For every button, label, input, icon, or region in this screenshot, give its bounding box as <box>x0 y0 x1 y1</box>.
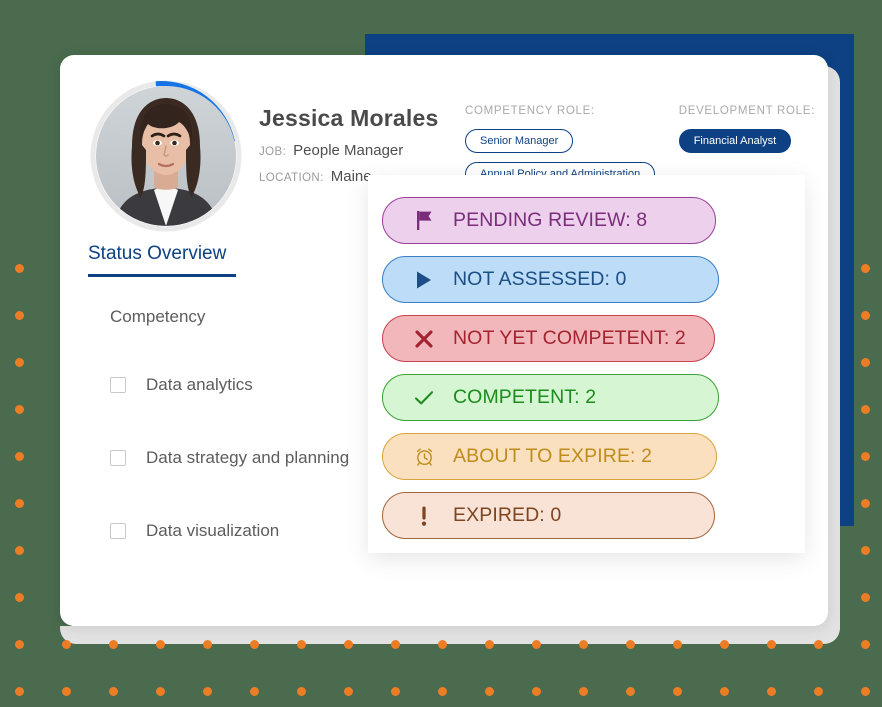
status-counts-panel: PENDING REVIEW: 8 NOT ASSESSED: 0 NOT YET … <box>368 175 805 553</box>
decorative-dot <box>861 358 870 367</box>
decorative-dot <box>15 546 24 555</box>
cross-icon <box>411 329 437 348</box>
status-pill-pending-review[interactable]: PENDING REVIEW: 8 <box>382 197 716 244</box>
job-label: JOB: <box>259 146 287 158</box>
status-overview-title: Status Overview <box>88 243 227 264</box>
decorative-dot <box>15 405 24 414</box>
status-pill-expired[interactable]: EXPIRED: 0 <box>382 492 715 539</box>
decorative-dot <box>109 687 118 696</box>
status-pill-label: NOT ASSESSED: 0 <box>453 268 627 290</box>
role-chip-financial-analyst[interactable]: Financial Analyst <box>678 129 792 153</box>
status-pill-label: NOT YET COMPETENT: 2 <box>453 327 686 349</box>
avatar[interactable] <box>88 78 244 234</box>
status-pill-label: COMPETENT: 2 <box>453 386 597 408</box>
decorative-dot <box>532 687 541 696</box>
decorative-dot <box>344 687 353 696</box>
decorative-dot <box>391 687 400 696</box>
decorative-dot <box>250 687 259 696</box>
competency-role-title: COMPETENCY ROLE: <box>465 105 595 117</box>
decorative-dot <box>579 687 588 696</box>
competency-checkbox[interactable] <box>110 523 126 539</box>
alarm-clock-icon <box>411 447 437 466</box>
decorative-dot <box>203 687 212 696</box>
decorative-dot <box>15 311 24 320</box>
decorative-dot <box>626 687 635 696</box>
flag-icon <box>411 211 437 230</box>
decorative-dot <box>861 452 870 461</box>
status-pill-label: ABOUT TO EXPIRE: 2 <box>453 445 653 467</box>
competency-checkbox[interactable] <box>110 377 126 393</box>
status-overview-underline <box>88 274 236 277</box>
exclamation-icon <box>411 506 437 526</box>
competency-label: Data strategy and planning <box>146 448 350 467</box>
status-pill-not-assessed[interactable]: NOT ASSESSED: 0 <box>382 256 719 303</box>
status-pill-about-to-expire[interactable]: ABOUT TO EXPIRE: 2 <box>382 433 717 480</box>
decorative-dot <box>861 499 870 508</box>
decorative-dot <box>861 546 870 555</box>
location-label: LOCATION: <box>259 172 324 184</box>
competency-checkbox[interactable] <box>110 450 126 466</box>
decorative-dot <box>861 264 870 273</box>
decorative-dot <box>297 687 306 696</box>
decorative-dot <box>15 499 24 508</box>
status-pill-not-yet-competent[interactable]: NOT YET COMPETENT: 2 <box>382 315 715 362</box>
decorative-dot <box>861 687 870 696</box>
competency-label: Data analytics <box>146 375 253 394</box>
person-name: Jessica Morales <box>259 105 439 131</box>
role-chip-senior-manager[interactable]: Senior Manager <box>465 129 574 153</box>
decorative-dot <box>767 687 776 696</box>
decorative-dot <box>861 311 870 320</box>
development-role-title: DEVELOPMENT ROLE: <box>678 105 815 117</box>
status-pill-competent[interactable]: COMPETENT: 2 <box>382 374 719 421</box>
check-icon <box>411 390 437 406</box>
status-pill-label: EXPIRED: 0 <box>453 504 562 526</box>
decorative-dot <box>485 687 494 696</box>
decorative-dot <box>861 593 870 602</box>
decorative-dot <box>861 640 870 649</box>
location-value: Maine <box>330 168 372 185</box>
decorative-dot <box>15 358 24 367</box>
decorative-dot <box>15 687 24 696</box>
decorative-dot <box>438 687 447 696</box>
decorative-dot <box>156 687 165 696</box>
decorative-dot <box>15 452 24 461</box>
job-value: People Manager <box>293 142 404 159</box>
decorative-dot <box>673 687 682 696</box>
play-triangle-icon <box>411 271 437 289</box>
development-role-chips: Financial Analyst <box>678 129 815 162</box>
decorative-dot <box>15 264 24 273</box>
card-bottom-strip <box>60 626 840 644</box>
status-overview-header: Status Overview <box>88 243 236 277</box>
status-pill-label: PENDING REVIEW: 8 <box>453 209 648 231</box>
decorative-dot <box>62 687 71 696</box>
avatar-photo <box>96 86 236 226</box>
status-pill-stack: PENDING REVIEW: 8 NOT ASSESSED: 0 NOT YET … <box>382 197 792 551</box>
competency-label: Data visualization <box>146 521 280 540</box>
decorative-dot <box>15 593 24 602</box>
decorative-dot <box>15 640 24 649</box>
job-row: JOB: People Manager <box>259 142 469 159</box>
decorative-dot <box>720 687 729 696</box>
decorative-dot <box>814 687 823 696</box>
decorative-dot <box>861 405 870 414</box>
